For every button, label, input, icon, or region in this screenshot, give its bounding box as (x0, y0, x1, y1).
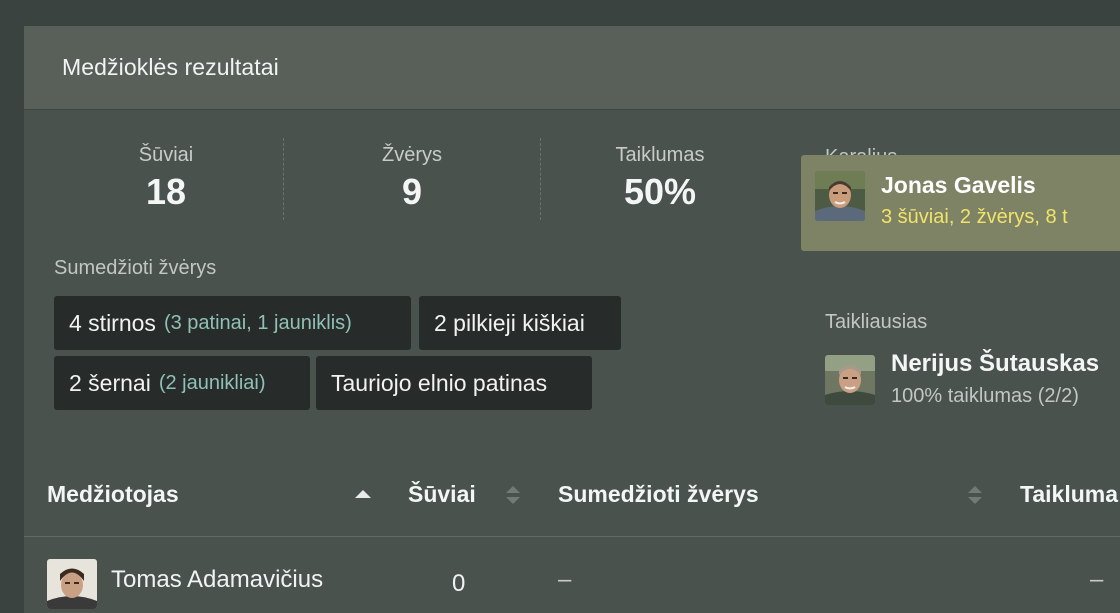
hunted-animals-label: Sumedžioti žvėrys (54, 257, 217, 279)
hunter-name[interactable]: Tomas Adamavičius (111, 566, 323, 594)
hunted-chip-detail: (2 jaunikliai) (158, 371, 266, 394)
sort-asc-icon[interactable] (354, 481, 372, 509)
king-name: Jonas Gavelis (881, 172, 1036, 198)
hunted-chip-main: 2 pilkieji kiškiai (434, 309, 585, 336)
table-header: Medžiotojas Šūviai Sumedžioti žvėrys Tai… (24, 453, 1120, 537)
most-accurate-label: Taikliausias (825, 311, 928, 333)
hunted-chip-detail: (3 patinai, 1 jauniklis) (163, 311, 352, 334)
king-stats: 3 šūviai, 2 žvėrys, 8 t (881, 206, 1068, 228)
hunted-chip[interactable]: 4 stirnos (3 patinai, 1 jauniklis) (54, 296, 411, 350)
column-header-hunter[interactable]: Medžiotojas (47, 481, 179, 508)
most-accurate-name[interactable]: Nerijus Šutauskas (891, 350, 1099, 378)
hunter-avatar (47, 559, 97, 609)
panel-header: Medžioklės rezultatai (24, 26, 1120, 110)
stat-accuracy-value: 50% (623, 171, 697, 212)
stat-shots: Šūviai 18 (41, 144, 291, 213)
stat-accuracy: Taiklumas 50% (535, 144, 785, 213)
sort-icon[interactable] (504, 481, 522, 509)
stat-accuracy-label: Taiklumas (615, 144, 705, 166)
panel-title: Medžioklės rezultatai (62, 54, 279, 80)
column-header-accuracy[interactable]: Taikluma (1020, 481, 1118, 508)
king-avatar (815, 171, 865, 221)
hunted-chip-main: 4 stirnos (69, 309, 156, 336)
hunted-chip[interactable]: 2 pilkieji kiškiai (419, 296, 621, 350)
hunted-chip-main: 2 šernai (69, 369, 151, 396)
column-header-shots[interactable]: Šūviai (408, 481, 476, 508)
sort-icon[interactable] (966, 481, 984, 509)
stat-divider (283, 138, 284, 220)
king-card[interactable]: Jonas Gavelis 3 šūviai, 2 žvėrys, 8 t (801, 155, 1120, 251)
stat-shots-label: Šūviai (138, 144, 194, 166)
hunted-chip-main: Tauriojo elnio patinas (331, 369, 548, 396)
column-header-hunted[interactable]: Sumedžioti žvėrys (558, 481, 759, 508)
stat-shots-value: 18 (145, 171, 187, 212)
hunters-table: Medžiotojas Šūviai Sumedžioti žvėrys Tai… (24, 453, 1120, 613)
stat-animals-value: 9 (401, 171, 423, 212)
most-accurate-avatar (825, 355, 875, 405)
hunter-accuracy: – (1090, 566, 1104, 593)
hunter-hunted: – (558, 566, 572, 593)
stat-animals-label: Žvėrys (382, 144, 442, 166)
most-accurate-stats: 100% taiklumas (2/2) (891, 385, 1079, 407)
hunted-chip[interactable]: 2 šernai (2 jaunikliai) (54, 356, 310, 410)
stat-animals: Žvėrys 9 (287, 144, 537, 213)
hunter-shots: 0 (452, 570, 466, 597)
hunted-chip[interactable]: Tauriojo elnio patinas (316, 356, 592, 410)
